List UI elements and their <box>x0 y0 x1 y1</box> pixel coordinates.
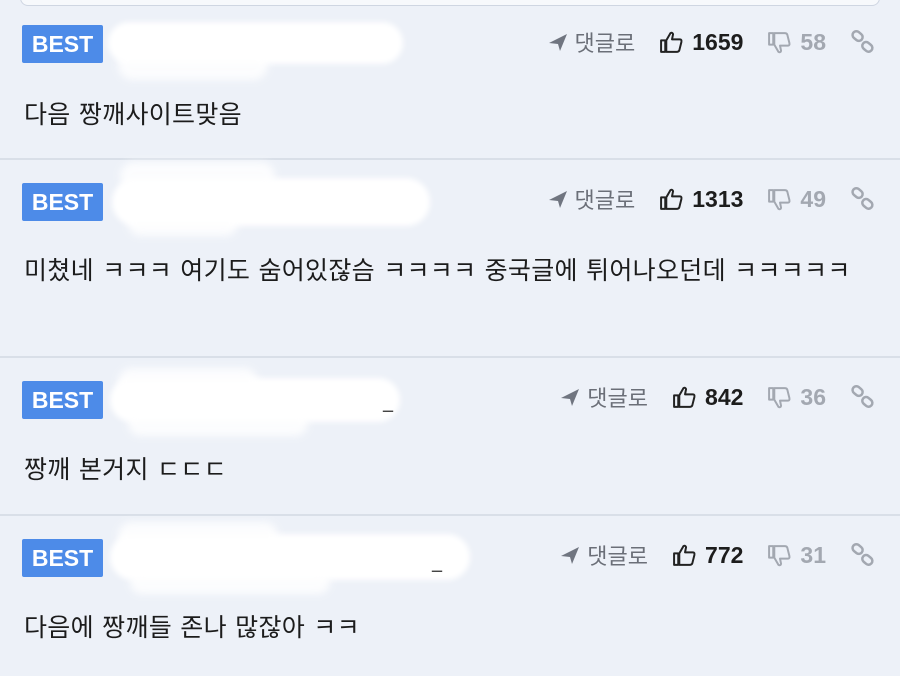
dislike-count: 31 <box>800 541 826 568</box>
thumbs-up-icon <box>673 544 696 566</box>
dislike-button[interactable]: 58 <box>767 29 826 56</box>
like-button[interactable]: 1313 <box>659 186 743 213</box>
comment-text: 미쳤네 ㅋㅋㅋ 여기도 숨어있잖슴 ㅋㅋㅋㅋ 중국글에 튀어나오던데 ㅋㅋㅋㅋㅋ <box>24 256 851 285</box>
comment-item: BEST _ 댓글로 772 31 다음에 짱깨들 존나 많잖아 ㅋㅋ <box>0 516 900 676</box>
dislike-button[interactable]: 49 <box>767 186 826 213</box>
reply-button[interactable]: 댓글로 <box>559 381 648 413</box>
comment-text: 다음 짱깨사이트맞음 <box>24 100 242 129</box>
like-count: 1313 <box>692 185 744 212</box>
redacted-author-mark <box>128 210 238 236</box>
comment-actions: 댓글로 1313 49 <box>547 179 877 219</box>
like-count: 772 <box>705 541 744 568</box>
dislike-count: 49 <box>800 185 826 212</box>
comment-actions: 댓글로 1659 58 <box>547 22 877 62</box>
comment-text: 다음에 짱깨들 존나 많잖아 ㅋㅋ <box>24 613 360 642</box>
best-badge: BEST <box>22 183 103 221</box>
link-icon <box>851 186 874 210</box>
thumbs-up-icon <box>660 31 683 53</box>
best-badge: BEST <box>22 25 103 63</box>
link-icon <box>851 384 874 408</box>
thumbs-down-icon <box>768 31 791 53</box>
share-link-button[interactable] <box>850 186 876 212</box>
reply-button[interactable]: 댓글로 <box>547 183 636 215</box>
like-count: 1659 <box>692 28 744 55</box>
thumbs-up-icon <box>673 386 696 408</box>
like-button[interactable]: 772 <box>672 542 743 569</box>
reply-button[interactable]: 댓글로 <box>559 539 648 571</box>
reply-label: 댓글로 <box>574 32 636 57</box>
share-link-button[interactable] <box>850 542 876 568</box>
comment-actions: 댓글로 772 31 <box>559 535 876 575</box>
share-link-button[interactable] <box>850 29 876 55</box>
redacted-author-mark <box>128 410 308 436</box>
dislike-count: 36 <box>800 383 826 410</box>
thumbs-down-icon <box>768 188 791 210</box>
redacted-author-mark <box>118 522 278 550</box>
redacted-author-mark <box>120 162 275 190</box>
share-link-button[interactable] <box>850 384 876 410</box>
like-button[interactable]: 842 <box>672 384 743 411</box>
comment-item: BEST _ 댓글로 842 36 짱깨 본거지 ㄷㄷㄷ <box>0 358 900 516</box>
dislike-button[interactable]: 31 <box>767 542 826 569</box>
redacted-author-mark <box>118 368 258 396</box>
thumbs-down-icon <box>768 544 791 566</box>
reply-label: 댓글로 <box>587 387 649 412</box>
comment-item: BEST 댓글로 1659 58 다음 짱깨사이트맞음 <box>0 0 900 160</box>
reply-label: 댓글로 <box>574 189 636 214</box>
dislike-count: 58 <box>800 28 826 55</box>
username-trailing-mark: _ <box>432 548 442 572</box>
arrow-reply-icon <box>561 389 580 406</box>
arrow-reply-icon <box>548 191 567 208</box>
like-count: 842 <box>705 383 744 410</box>
link-icon <box>851 29 874 53</box>
arrow-reply-icon <box>561 547 580 564</box>
reply-label: 댓글로 <box>587 545 649 570</box>
best-badge: BEST <box>22 539 103 577</box>
comment-actions: 댓글로 842 36 <box>559 377 876 417</box>
redacted-author-mark <box>118 50 268 80</box>
reply-button[interactable]: 댓글로 <box>547 26 636 58</box>
arrow-reply-icon <box>548 34 567 51</box>
username-trailing-mark: _ <box>383 388 393 412</box>
dislike-button[interactable]: 36 <box>767 384 826 411</box>
thumbs-down-icon <box>768 386 791 408</box>
comment-item: BEST 댓글로 1313 49 미쳤네 ㅋㅋㅋ 여기도 숨어있잖슴 ㅋㅋㅋㅋ … <box>0 160 900 358</box>
link-icon <box>851 542 874 566</box>
thumbs-up-icon <box>660 188 683 210</box>
best-badge: BEST <box>22 381 103 419</box>
like-button[interactable]: 1659 <box>659 29 743 56</box>
redacted-author-mark <box>130 570 330 594</box>
comment-text: 짱깨 본거지 ㄷㄷㄷ <box>24 455 227 484</box>
